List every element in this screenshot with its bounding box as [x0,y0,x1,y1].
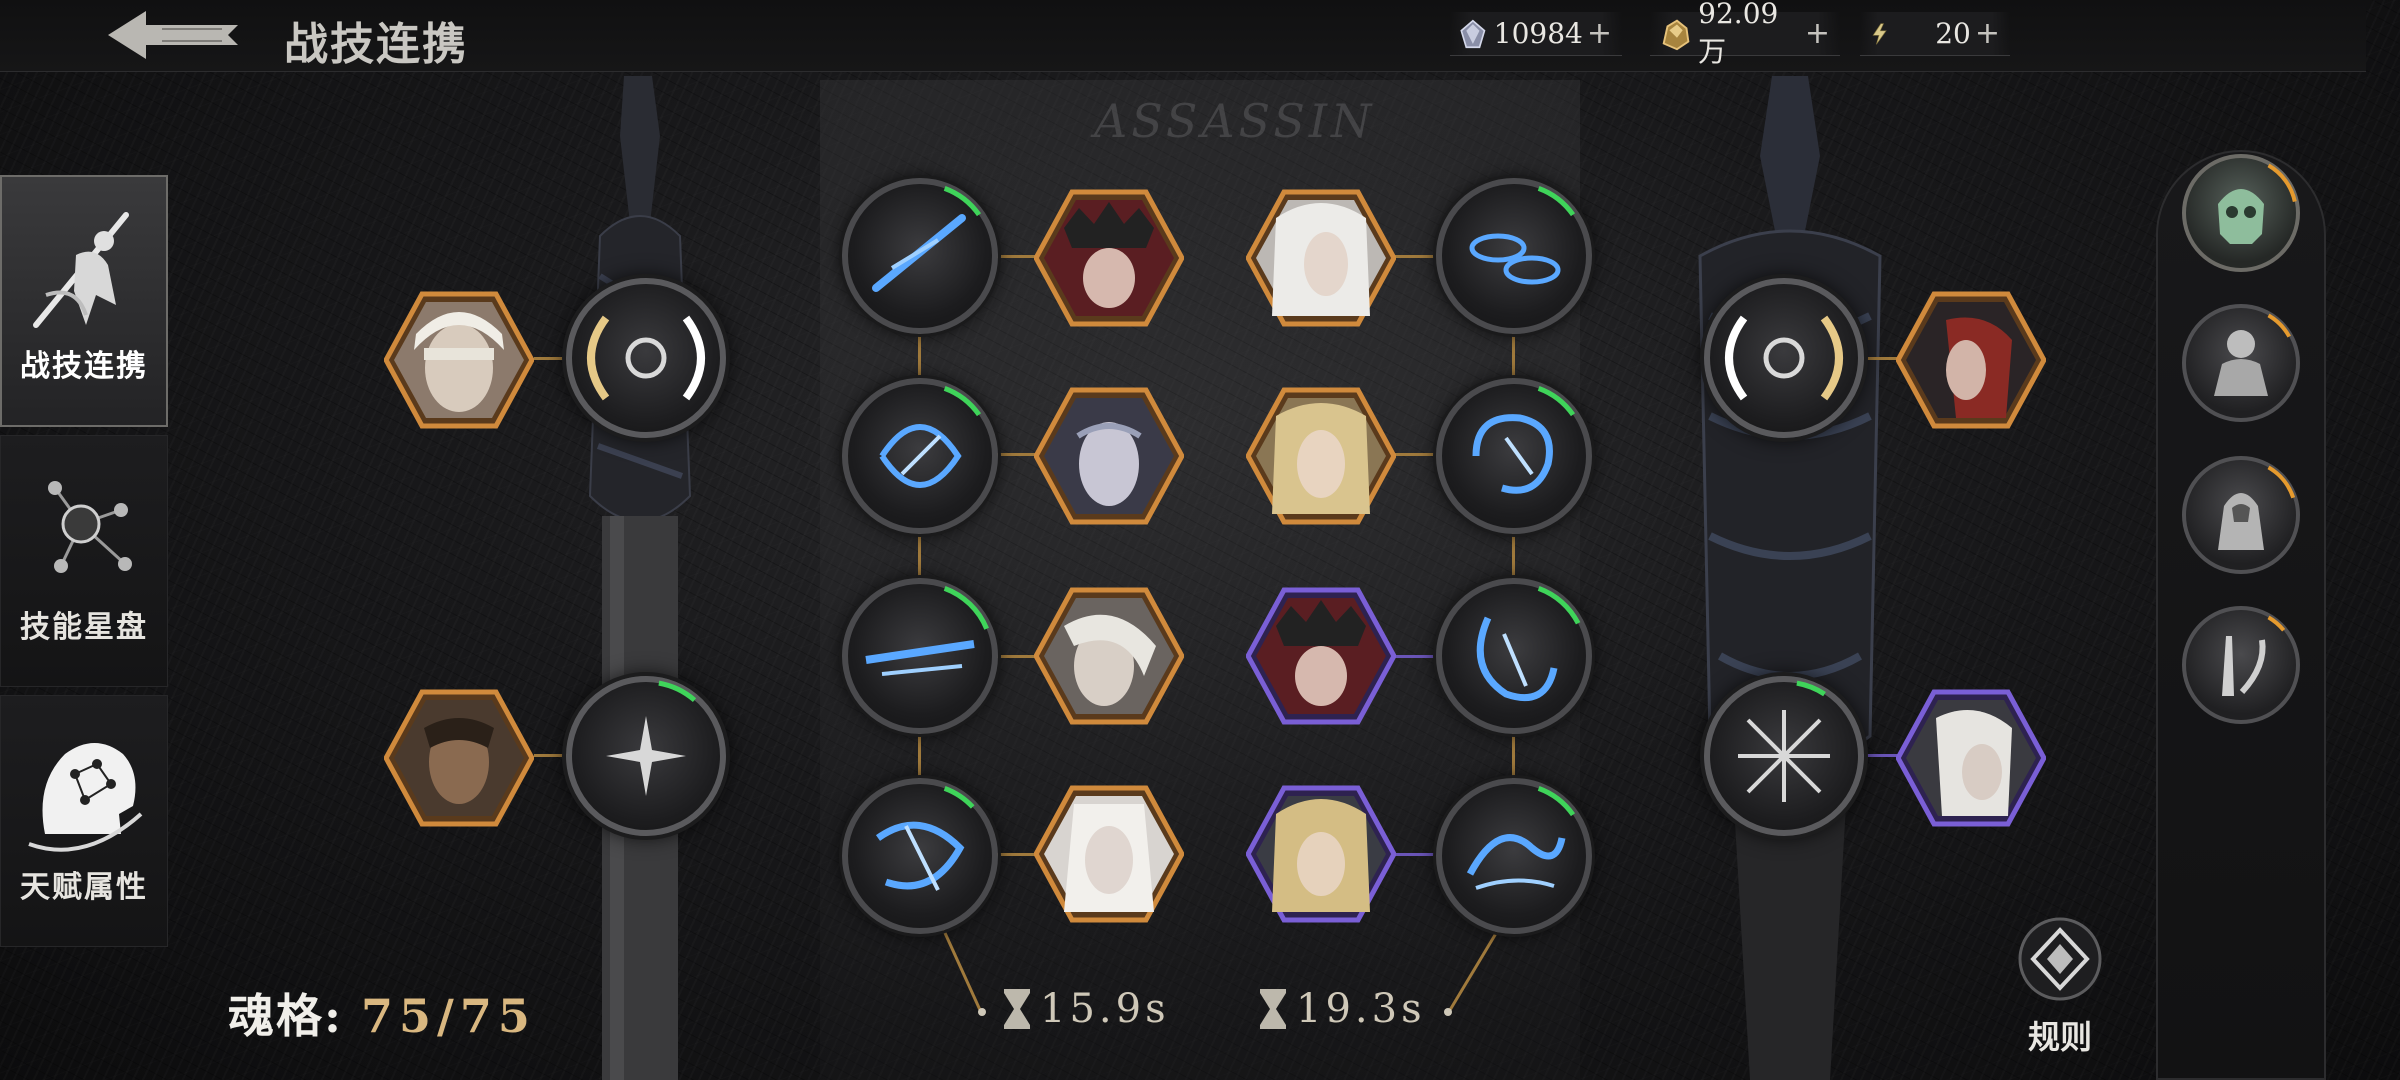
timer-value: 15.9s [1040,986,1170,1032]
lightning-stamina-icon [1872,22,1887,45]
skill-node[interactable] [842,578,998,734]
blue-twin-orbit-icon [1439,181,1589,331]
blue-dash-strike-icon [845,181,995,331]
back-button[interactable] [100,6,250,64]
skill-crescent-moon[interactable] [566,278,726,438]
character-portrait-hex[interactable] [1033,386,1185,526]
rail-slot-2[interactable] [2182,304,2300,422]
character-portrait-hex[interactable] [1895,688,2047,828]
top-bar: 战技连携 10984 + 92.09万 + 20 + [0,0,2366,72]
blue-whirlwind-icon [845,781,995,931]
gold-add-button[interactable]: + [1805,16,1830,51]
gold-ore-icon [1662,19,1690,50]
back-arrow-icon [108,11,238,59]
portrait-white-hair-woman-icon [1245,189,1397,327]
portrait-crowned-red-hair-icon [1033,189,1185,327]
character-portrait-hex[interactable] [1245,586,1397,726]
soul-grade: 魂格: 75/75 [228,980,536,1046]
tab-talent-attributes[interactable]: 天赋属性 [0,695,168,947]
currency-crystal: 10984 + [1450,12,1622,56]
skill-node[interactable] [1436,778,1592,934]
skill-node[interactable] [1436,378,1592,534]
blue-thrust-icon [845,581,995,731]
head-profile-icon [28,743,143,852]
blue-vortex-icon [1439,581,1589,731]
tab-label: 技能星盘 [20,610,148,645]
crystal-add-button[interactable]: + [1587,16,1612,51]
skill-crescent-moon-right[interactable] [1704,278,1864,438]
character-portrait-hex[interactable] [1245,386,1397,526]
character-portrait-hex[interactable] [1033,784,1185,924]
currency-gold: 92.09万 + [1650,0,1840,68]
sidebar: 战技连携 技能星盘 天赋属性 [0,175,178,955]
currency-stamina: 20 + [1860,12,2010,56]
rail-slot-3[interactable] [2182,456,2300,574]
portrait-pale-prince-icon [1033,387,1185,525]
character-portrait-hex[interactable] [1895,290,2047,430]
portrait-white-hair-profile-icon [1895,689,2047,827]
skill-node[interactable] [842,178,998,334]
blue-cyclone-icon [1439,381,1589,531]
cooldown-timer-left: 15.9s [1000,982,1170,1036]
portrait-hooded-blonde-icon [1245,785,1397,923]
soul-grade-value: 75/75 [361,989,536,1043]
stamina-value: 20 [1935,17,1971,50]
left-sword-decoration [588,76,692,1080]
blade-slash-icon [2184,608,2298,722]
rules-label: 规则 [2027,1018,2092,1056]
cross-star-icon [1707,679,1861,833]
skill-shatter-burst[interactable] [566,676,726,836]
tab-label: 战技连携 [20,349,148,384]
portrait-crowned-red-hair-icon [1245,587,1397,725]
skill-node[interactable] [842,378,998,534]
skill-node[interactable] [1436,578,1592,734]
skull-mask-icon [2184,156,2298,270]
portrait-white-haired-girl-icon [1033,785,1185,923]
gold-value: 92.09万 [1698,0,1779,68]
hourglass-icon [1004,989,1030,1029]
crystal-value: 10984 [1493,17,1583,50]
crescent-slash-icon [1725,315,1843,401]
tab-label: 天赋属性 [20,870,148,905]
character-portrait-hex[interactable] [1033,188,1185,328]
shatter-burst-icon [569,679,723,833]
crescent-slash-icon [587,315,705,401]
timer-value: 19.3s [1296,986,1426,1032]
character-portrait-hex[interactable] [1245,188,1397,328]
portrait-blonde-woman-icon [1245,387,1397,525]
class-watermark: ASSASSIN [1094,94,1376,148]
skill-cross-star[interactable] [1704,676,1864,836]
skill-node[interactable] [842,778,998,934]
constellation-icon [48,481,132,573]
tab-combo-skills[interactable]: 战技连携 [0,175,168,427]
stamina-add-button[interactable]: + [1975,16,2000,51]
armored-knight-icon [2184,306,2298,420]
cooldown-timer-right: 19.3s [1256,982,1426,1036]
blue-wave-slash-icon [1439,781,1589,931]
rules-diamond-icon [2018,917,2102,1001]
portrait-white-hair-blindfold-icon [383,291,535,429]
swordsman-icon [33,212,129,328]
portrait-red-hair-side-icon [1895,291,2047,429]
tab-skill-astrolabe[interactable]: 技能星盘 [0,435,168,687]
soul-grade-label: 魂格: [228,989,343,1043]
character-portrait-hex[interactable] [1033,586,1185,726]
hourglass-icon [1260,989,1286,1029]
rules-button[interactable]: 规则 [2010,914,2110,1056]
page-title: 战技连携 [284,19,468,70]
hooded-figure-icon [2184,458,2298,572]
skill-node[interactable] [1436,178,1592,334]
portrait-dark-warrior-icon [383,689,535,827]
right-sword-decoration [1698,76,1882,1080]
crystal-icon [1460,19,1486,48]
rail-slot-1[interactable] [2182,154,2300,272]
blue-spin-slash-icon [845,381,995,531]
character-portrait-hex[interactable] [383,688,535,828]
portrait-silver-haired-knight-icon [1033,587,1185,725]
rail-slot-4[interactable] [2182,606,2300,724]
character-portrait-hex[interactable] [1245,784,1397,924]
character-portrait-hex[interactable] [383,290,535,430]
